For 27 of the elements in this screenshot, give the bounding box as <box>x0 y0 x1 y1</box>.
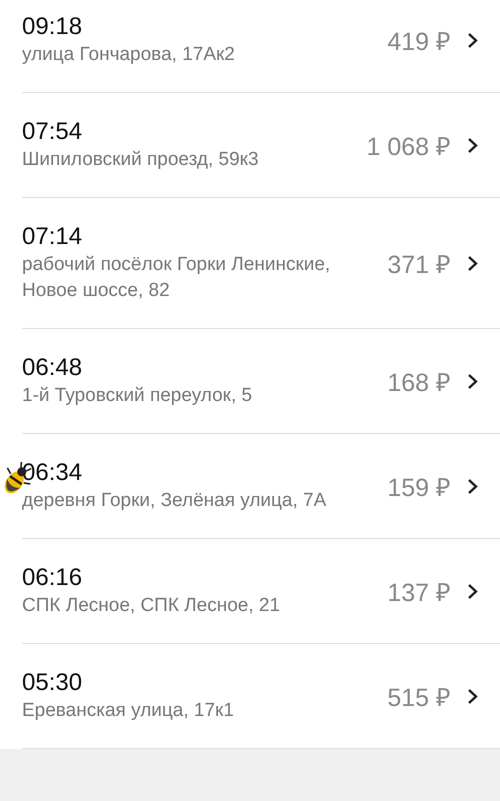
trip-price: 1 068 ₽ <box>366 132 451 162</box>
chevron-right-icon[interactable] <box>467 254 478 272</box>
chevron-right-icon[interactable] <box>467 32 478 48</box>
trip-price: 159 ₽ <box>387 473 451 503</box>
trip-price: 515 ₽ <box>387 683 451 713</box>
trip-address: улица Гончарова, 17Ак2 <box>22 43 236 67</box>
trip-time: 06:16 <box>22 563 84 593</box>
trip-time: 06:48 <box>22 353 84 383</box>
chevron-right-icon[interactable] <box>467 582 478 600</box>
trip-address: Ереванская улица, 17к1 <box>22 699 235 723</box>
trip-price: 137 ₽ <box>387 578 451 608</box>
trip-address: рабочий посёлок Горки Ленинские, Новое шоссе, 82 <box>22 253 332 303</box>
trip-price: 371 ₽ <box>387 250 451 280</box>
chevron-right-icon[interactable] <box>467 478 478 494</box>
chevron-right-icon[interactable] <box>467 136 478 154</box>
trip-address: 1-й Туровский переулок, 5 <box>22 384 254 408</box>
trip-address: Шипиловский проезд, 59к3 <box>22 148 260 172</box>
trip-price: 419 ₽ <box>387 27 451 57</box>
trip-address: деревня Горки, Зелёная улица, 7А <box>22 489 328 513</box>
trip-time: 05:30 <box>22 668 84 698</box>
chevron-right-icon[interactable] <box>467 372 478 390</box>
trip-time: 07:54 <box>22 117 84 147</box>
trip-price: 168 ₽ <box>387 368 451 398</box>
trip-time: 07:14 <box>22 222 84 252</box>
trip-time: 09:18 <box>22 12 84 42</box>
trip-address: СПК Лесное, СПК Лесное, 21 <box>22 594 282 618</box>
chevron-right-icon[interactable] <box>467 688 478 704</box>
